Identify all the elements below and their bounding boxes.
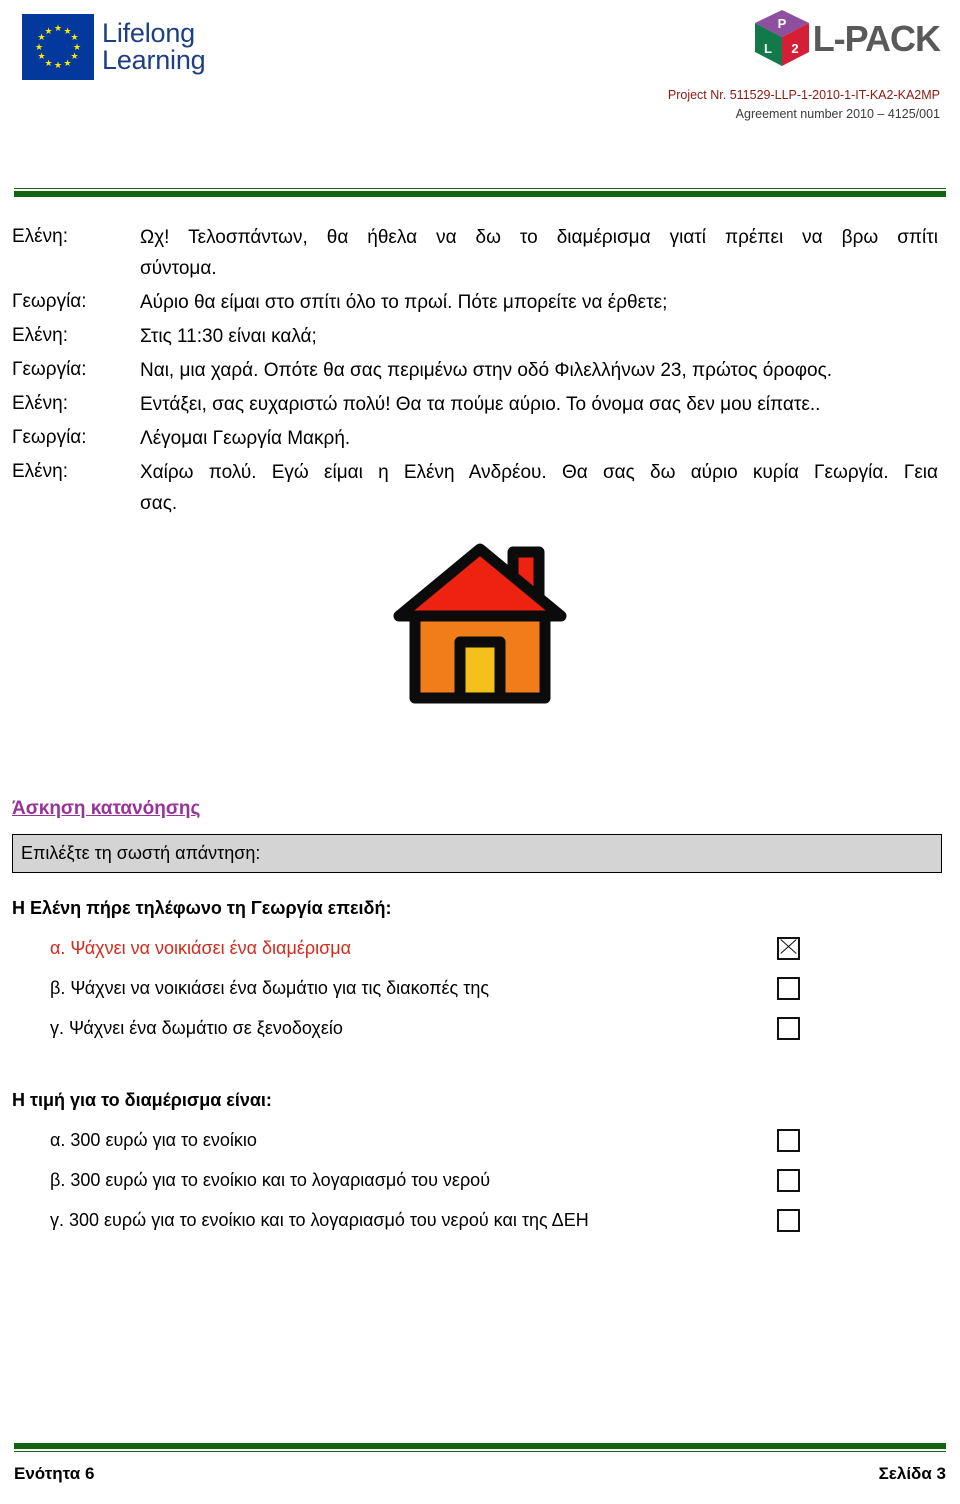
dialogue-line: Ελένη: Χαίρω πολύ. Εγώ είμαι η Ελένη Ανδ… bbox=[0, 457, 960, 519]
dialogue-text: Χαίρω πολύ. Εγώ είμαι η Ελένη Ανδρέου. Θ… bbox=[140, 457, 960, 519]
lpack-cube-icon: P L 2 bbox=[754, 10, 809, 66]
dialogue-line: Γεωργία: Αύριο θα είμαι στο σπίτι όλο το… bbox=[0, 287, 960, 318]
option-row[interactable]: β. Ψάχνει να νοικιάσει ένα δωμάτιο για τ… bbox=[0, 975, 960, 1001]
dialogue-text-main: Χαίρω πολύ. Εγώ είμαι η Ελένη Ανδρέου. Θ… bbox=[140, 462, 938, 483]
footer-page-label: Σελίδα 3 bbox=[878, 1464, 946, 1483]
dialogue-line: Γεωργία: Λέγομαι Γεωργία Μακρή. bbox=[0, 423, 960, 454]
svg-text:P: P bbox=[777, 16, 786, 31]
option-label: α. Ψάχνει να νοικιάσει ένα διαμέρισμα bbox=[50, 938, 351, 958]
dialogue-text: Λέγομαι Γεωργία Μακρή. bbox=[140, 428, 351, 449]
option-checkbox[interactable] bbox=[777, 1016, 800, 1040]
speaker-label: Ελένη: bbox=[12, 461, 68, 482]
option-row[interactable]: γ. Ψάχνει ένα δωμάτιο σε ξενοδοχείο bbox=[0, 1015, 960, 1041]
speaker-label: Ελένη: bbox=[12, 393, 68, 414]
question-prompt: Η τιμή για το διαμέρισμα είναι: bbox=[12, 1090, 272, 1110]
footer-divider-rule bbox=[14, 1443, 946, 1452]
footer-unit-label: Ενότητα 6 bbox=[14, 1464, 95, 1483]
option-checkbox[interactable] bbox=[777, 1208, 800, 1232]
speaker-label: Ελένη: bbox=[12, 325, 68, 346]
comprehension-exercise: Άσκηση κατανόησης Επιλέξτε τη σωστή απάν… bbox=[0, 798, 960, 1233]
option-label: γ. 300 ευρώ για το ενοίκιο και το λογαρι… bbox=[50, 1210, 589, 1230]
option-label: β. 300 ευρώ για το ενοίκιο και το λογαρι… bbox=[50, 1170, 491, 1190]
dialogue-text: Εντάξει, σας ευχαριστώ πολύ! Θα τα πούμε… bbox=[140, 394, 821, 415]
project-reference: Project Nr. 511529-LLP-1-2010-1-IT-KA2-K… bbox=[668, 86, 940, 124]
option-row[interactable]: γ. 300 ευρώ για το ενοίκιο και το λογαρι… bbox=[0, 1207, 960, 1233]
svg-text:2: 2 bbox=[791, 41, 798, 56]
page-footer: Ενότητα 6 Σελίδα 3 bbox=[14, 1464, 946, 1484]
svg-text:L: L bbox=[764, 41, 772, 56]
question-prompt: Η Ελένη πήρε τηλέφωνο τη Γεωργία επειδή: bbox=[12, 898, 392, 918]
dialogue-text: Ναι, μια χαρά. Οπότε θα σας περιμένω στη… bbox=[140, 360, 833, 381]
dialogue-transcript: Ελένη: Ωχ! Τελοσπάντων, θα ήθελα να δω τ… bbox=[0, 222, 960, 522]
dialogue-text-tail: σύντομα. bbox=[140, 258, 217, 279]
house-illustration bbox=[0, 530, 960, 720]
option-checkbox[interactable] bbox=[777, 976, 800, 1000]
option-label: β. Ψάχνει να νοικιάσει ένα δωμάτιο για τ… bbox=[50, 978, 490, 998]
speaker-label: Γεωργία: bbox=[12, 359, 87, 380]
eu-logo-wordmark: Lifelong Learning bbox=[102, 20, 206, 74]
eu-logo-line2: Learning bbox=[102, 45, 206, 75]
house-icon bbox=[393, 543, 567, 704]
speaker-label: Γεωργία: bbox=[12, 291, 87, 312]
project-number: Project Nr. 511529-LLP-1-2010-1-IT-KA2-K… bbox=[667, 88, 940, 102]
dialogue-text: Αύριο θα είμαι στο σπίτι όλο το πρωί. Πό… bbox=[140, 292, 668, 313]
exercise-title: Άσκηση κατανόησης bbox=[12, 798, 201, 819]
lpack-logo: P L 2 L-PACK bbox=[749, 8, 941, 70]
dialogue-line: Ελένη: Ωχ! Τελοσπάντων, θα ήθελα να δω τ… bbox=[0, 222, 960, 284]
option-row[interactable]: α. 300 ευρώ για το ενοίκιο bbox=[0, 1127, 960, 1153]
option-row[interactable]: α. Ψάχνει να νοικιάσει ένα διαμέρισμα bbox=[0, 935, 960, 961]
option-checkbox[interactable] bbox=[777, 1168, 800, 1192]
exercise-instruction-text: Επιλέξτε τη σωστή απάντηση: bbox=[21, 843, 261, 863]
dialogue-text-tail: σας. bbox=[140, 493, 178, 514]
speaker-label: Ελένη: bbox=[12, 226, 68, 247]
eu-lifelong-learning-logo: ★ ★ ★ ★ ★ ★ ★ ★ ★ ★ ★ ★ Lifelong Learnin… bbox=[22, 14, 206, 80]
eu-flag-icon: ★ ★ ★ ★ ★ ★ ★ ★ ★ ★ ★ ★ bbox=[22, 14, 94, 80]
speaker-label: Γεωργία: bbox=[12, 427, 87, 448]
lpack-wordmark: L-PACK bbox=[812, 18, 941, 59]
header-divider-rule bbox=[14, 188, 946, 197]
option-checkbox[interactable] bbox=[777, 1128, 800, 1152]
option-row[interactable]: β. 300 ευρώ για το ενοίκιο και το λογαρι… bbox=[0, 1167, 960, 1193]
page-header: ★ ★ ★ ★ ★ ★ ★ ★ ★ ★ ★ ★ Lifelong Learnin… bbox=[0, 0, 960, 150]
dialogue-line: Γεωργία: Ναι, μια χαρά. Οπότε θα σας περ… bbox=[0, 355, 960, 386]
agreement-number: Agreement number 2010 – 4125/001 bbox=[735, 107, 940, 121]
question-1: Η Ελένη πήρε τηλέφωνο τη Γεωργία επειδή:… bbox=[0, 895, 960, 1041]
dialogue-line: Ελένη: Εντάξει, σας ευχαριστώ πολύ! Θα τ… bbox=[0, 389, 960, 420]
dialogue-text-main: Ωχ! Τελοσπάντων, θα ήθελα να δω το διαμέ… bbox=[140, 227, 938, 248]
dialogue-text: Στις 11:30 είναι καλά; bbox=[140, 326, 317, 347]
option-label: γ. Ψάχνει ένα δωμάτιο σε ξενοδοχείο bbox=[50, 1018, 343, 1038]
exercise-instruction-box: Επιλέξτε τη σωστή απάντηση: bbox=[12, 834, 942, 873]
option-checkbox[interactable] bbox=[777, 936, 800, 960]
question-2: Η τιμή για το διαμέρισμα είναι: α. 300 ε… bbox=[0, 1087, 960, 1233]
eu-logo-line1: Lifelong bbox=[102, 18, 195, 48]
dialogue-text: Ωχ! Τελοσπάντων, θα ήθελα να δω το διαμέ… bbox=[140, 222, 960, 284]
dialogue-line: Ελένη: Στις 11:30 είναι καλά; bbox=[0, 321, 960, 352]
option-label: α. 300 ευρώ για το ενοίκιο bbox=[50, 1130, 257, 1150]
